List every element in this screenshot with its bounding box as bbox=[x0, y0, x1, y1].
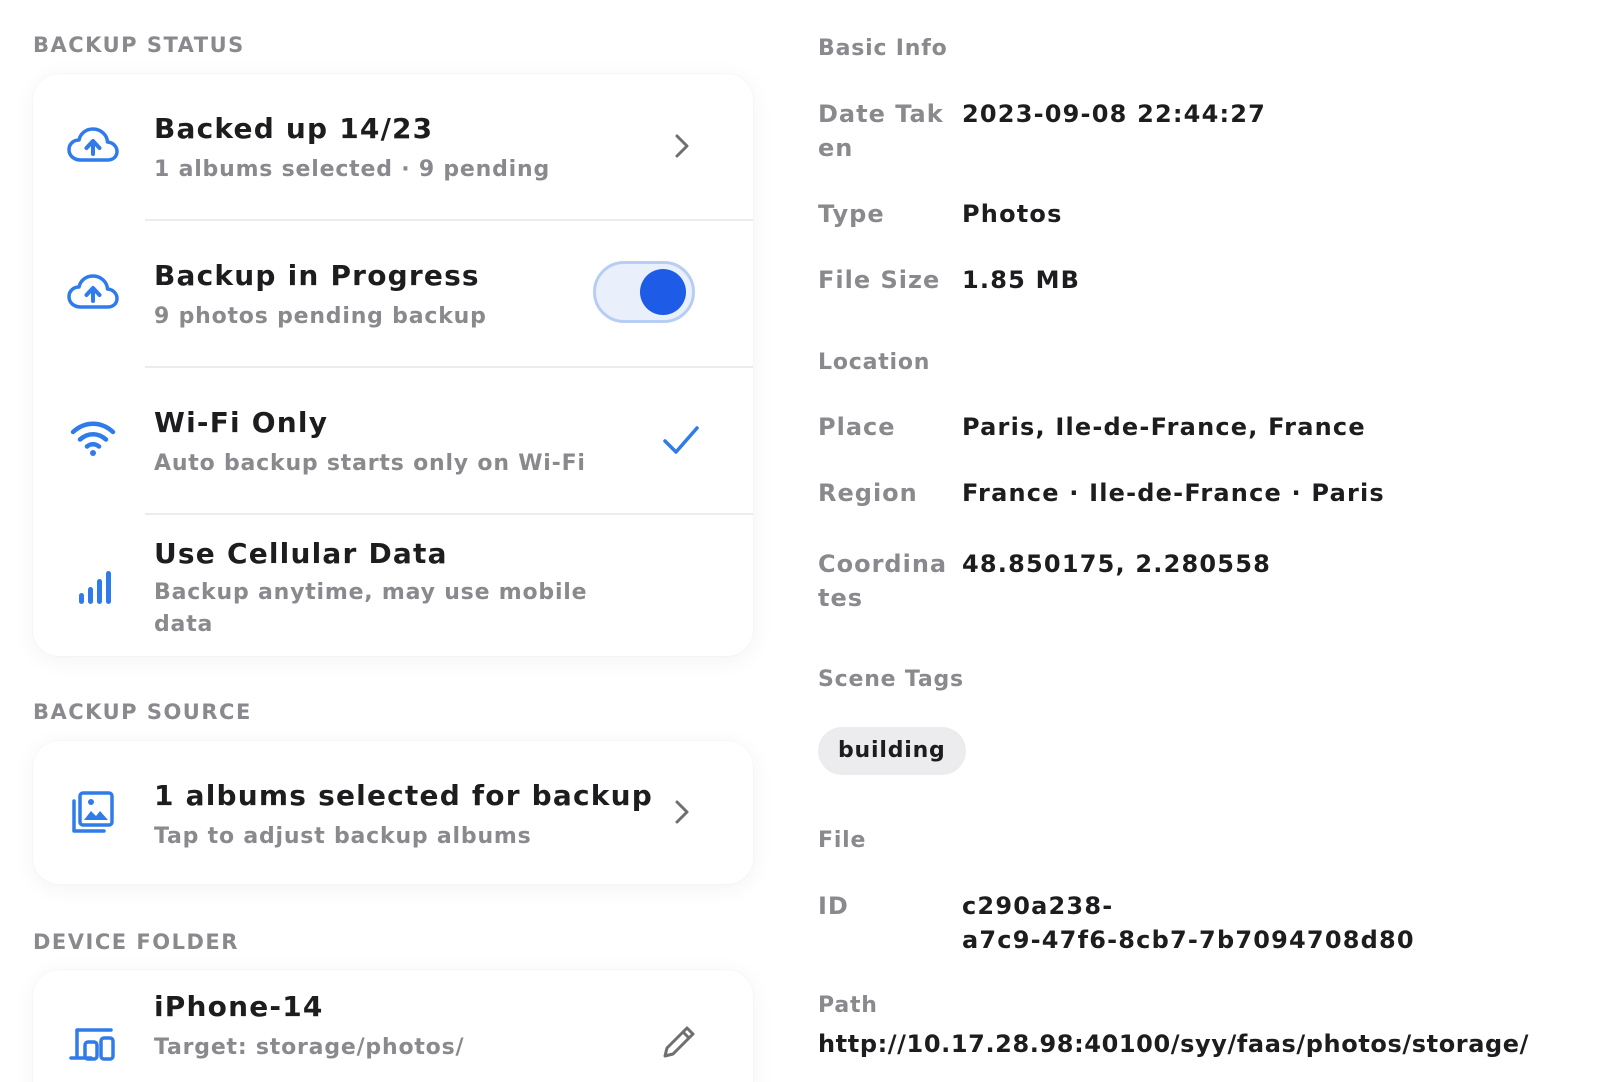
coordinates-value: 48.850175, 2.280558 bbox=[962, 550, 1271, 578]
backup-in-progress-title: Backup in Progress bbox=[154, 259, 480, 292]
backup-status-card: Backed up 14/23 1 albums selected · 9 pe… bbox=[33, 74, 753, 656]
edit-pencil-icon[interactable] bbox=[657, 1020, 701, 1064]
path-label: Path bbox=[818, 993, 878, 1018]
backup-source-subtitle: Tap to adjust backup albums bbox=[154, 824, 532, 849]
cellular-icon bbox=[67, 561, 119, 613]
backup-source-title: 1 albums selected for backup bbox=[154, 779, 654, 812]
cloud-upload-icon bbox=[67, 120, 119, 172]
device-folder-card: iPhone-14 Target: storage/photos/ bbox=[33, 970, 753, 1082]
region-value: France · Ile-de-France · Paris bbox=[962, 479, 1385, 507]
type-label: Type bbox=[818, 200, 885, 228]
file-size-value: 1.85 MB bbox=[962, 266, 1081, 294]
backup-toggle[interactable] bbox=[593, 261, 695, 323]
location-heading: Location bbox=[818, 350, 931, 375]
device-folder-heading: DEVICE FOLDER bbox=[33, 930, 239, 954]
toggle-knob bbox=[640, 269, 686, 315]
wifi-only-row[interactable]: Wi-Fi Only Auto backup starts only on Wi… bbox=[33, 368, 753, 513]
file-heading: File bbox=[818, 828, 867, 853]
date-taken-value: 2023-09-08 22:44:27 bbox=[962, 100, 1267, 128]
backed-up-subtitle: 1 albums selected · 9 pending bbox=[154, 157, 551, 182]
backed-up-title: Backed up 14/23 bbox=[154, 112, 434, 145]
place-label: Place bbox=[818, 413, 896, 441]
wifi-icon bbox=[67, 412, 119, 464]
cellular-data-title: Use Cellular Data bbox=[154, 537, 448, 570]
backup-source-card[interactable]: 1 albums selected for backup Tap to adju… bbox=[33, 741, 753, 884]
type-value: Photos bbox=[962, 200, 1063, 228]
id-value-line1: c290a238- bbox=[962, 892, 1114, 920]
backup-status-heading: BACKUP STATUS bbox=[33, 33, 245, 57]
device-folder-row: iPhone-14 Target: storage/photos/ bbox=[33, 970, 753, 1082]
chevron-right-icon bbox=[675, 800, 689, 824]
devices-icon bbox=[67, 1018, 119, 1070]
coordinates-label: Coordinates bbox=[818, 550, 948, 612]
cloud-upload-icon bbox=[67, 267, 119, 319]
album-icon bbox=[67, 786, 119, 838]
backup-in-progress-row: Backup in Progress 9 photos pending back… bbox=[33, 221, 753, 366]
checkmark-icon bbox=[663, 426, 699, 454]
path-value: http://10.17.28.98:40100/syy/faas/photos… bbox=[818, 1030, 1530, 1058]
id-label: ID bbox=[818, 892, 849, 920]
region-label: Region bbox=[818, 479, 918, 507]
wifi-only-subtitle: Auto backup starts only on Wi-Fi bbox=[154, 451, 586, 476]
backup-source-heading: BACKUP SOURCE bbox=[33, 700, 252, 724]
chevron-right-icon bbox=[675, 134, 689, 158]
wifi-only-title: Wi-Fi Only bbox=[154, 406, 329, 439]
cellular-data-subtitle: Backup anytime, may use mobile data bbox=[154, 580, 588, 637]
file-size-label: File Size bbox=[818, 266, 941, 294]
device-folder-subtitle: Target: storage/photos/ bbox=[154, 1035, 465, 1060]
cellular-data-row[interactable]: Use Cellular Data Backup anytime, may us… bbox=[33, 515, 753, 656]
backed-up-row[interactable]: Backed up 14/23 1 albums selected · 9 pe… bbox=[33, 74, 753, 219]
backup-source-row[interactable]: 1 albums selected for backup Tap to adju… bbox=[33, 741, 753, 884]
place-value: Paris, Ile-de-France, France bbox=[962, 413, 1366, 441]
basic-info-heading: Basic Info bbox=[818, 36, 948, 61]
device-folder-title: iPhone-14 bbox=[154, 990, 324, 1023]
id-value-line2: a7c9-47f6-8cb7-7b7094708d80 bbox=[962, 926, 1415, 954]
scene-tag-chip[interactable]: building bbox=[818, 727, 966, 775]
backup-in-progress-subtitle: 9 photos pending backup bbox=[154, 304, 487, 329]
date-taken-label: Date Taken bbox=[818, 100, 944, 162]
scene-tags-heading: Scene Tags bbox=[818, 667, 964, 692]
